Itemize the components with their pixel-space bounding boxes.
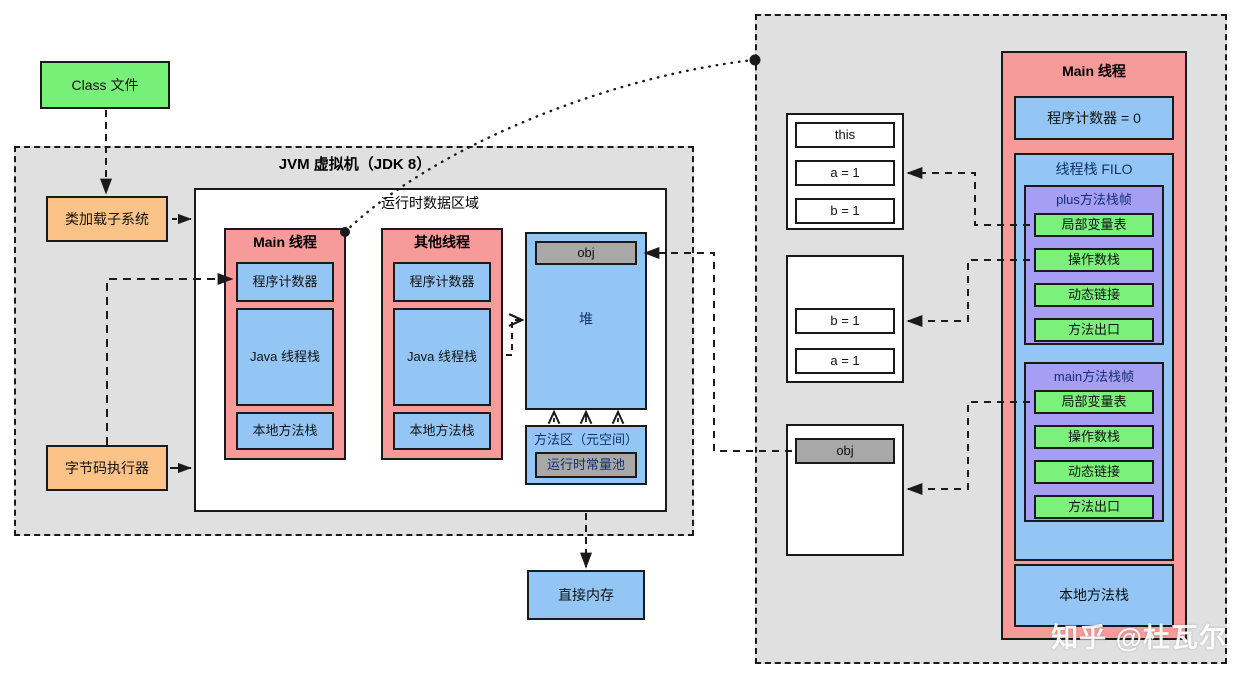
stack-frame-main-part-2: 动态链接 xyxy=(1034,460,1154,484)
frame-slot-1-2: b = 1 xyxy=(795,198,895,224)
stack-frame-main-part-1: 操作数栈 xyxy=(1034,425,1154,449)
class-file-box: Class 文件 xyxy=(40,61,170,109)
left-thread-main-title: Main 线程 xyxy=(253,234,317,250)
method-area-label: 方法区（元空间） xyxy=(533,431,638,447)
frame-slot-1-0: this xyxy=(795,122,895,148)
runtime-constant-pool-box: 运行时常量池 xyxy=(535,452,637,478)
left-thread-main-pc: 程序计数器 xyxy=(236,262,334,302)
stack-frame-main-title: main方法栈帧 xyxy=(1053,368,1135,384)
right-main-pc: 程序计数器 = 0 xyxy=(1014,96,1174,140)
jvm-architecture-diagram: JVM 虚拟机（JDK 8） 运行时数据区域 Class 文件 类加载子系统 字… xyxy=(0,0,1241,677)
stack-frame-plus-part-1: 操作数栈 xyxy=(1034,248,1154,272)
left-thread-main-java-stack: Java 线程栈 xyxy=(236,308,334,406)
stack-frame-main-part-3: 方法出口 xyxy=(1034,495,1154,519)
thread-stack-filo-title: 线程栈 FILO xyxy=(1055,161,1133,177)
right-main-thread-title: Main 线程 xyxy=(1062,63,1126,79)
bytecode-executor-box: 字节码执行器 xyxy=(46,445,168,491)
runtime-data-area-title: 运行时数据区域 xyxy=(381,195,479,211)
frame-slot-3-0: obj xyxy=(795,438,895,464)
frame-slot-1-1: a = 1 xyxy=(795,160,895,186)
left-thread-other-java-stack: Java 线程栈 xyxy=(393,308,491,406)
jvm-title: JVM 虚拟机（JDK 8） xyxy=(278,155,432,173)
watermark: 知乎 @杜瓦尔 xyxy=(1051,623,1227,653)
stack-frame-main-part-0: 局部变量表 xyxy=(1034,390,1154,414)
frame-slot-2-0: b = 1 xyxy=(795,308,895,334)
heap-obj-box: obj xyxy=(535,241,637,265)
left-thread-main-native-stack: 本地方法栈 xyxy=(236,412,334,450)
left-thread-other-title: 其他线程 xyxy=(414,234,470,250)
heap-label: 堆 xyxy=(579,311,593,327)
left-thread-other-pc: 程序计数器 xyxy=(393,262,491,302)
left-thread-other-native-stack: 本地方法栈 xyxy=(393,412,491,450)
stack-frame-plus-title: plus方法栈帧 xyxy=(1056,191,1132,207)
class-loader-box: 类加载子系统 xyxy=(46,196,168,242)
stack-frame-plus-part-0: 局部变量表 xyxy=(1034,213,1154,237)
stack-frame-plus-part-2: 动态链接 xyxy=(1034,283,1154,307)
frame-slot-2-1: a = 1 xyxy=(795,348,895,374)
direct-memory-box: 直接内存 xyxy=(527,570,645,620)
stack-frame-plus-part-3: 方法出口 xyxy=(1034,318,1154,342)
